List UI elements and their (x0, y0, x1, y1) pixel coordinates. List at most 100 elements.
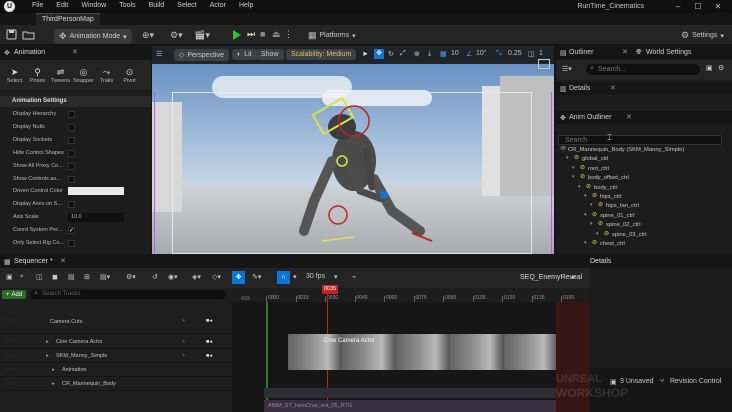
visibility-icon[interactable]: ◌ ◌ ◌ (4, 339, 17, 345)
grid-snap-value[interactable]: 10 (451, 50, 459, 57)
timeline[interactable]: -015 0000 0015 0030 0045 0060 0075 0090 0105 012… (232, 285, 590, 412)
track-row[interactable]: ◌ ◌ ◌ ▸ Cine Camera Actor ■◂ + (0, 336, 232, 349)
menu-item-actor[interactable]: Actor (210, 2, 226, 9)
revision-label[interactable]: Revision Control (670, 378, 721, 385)
hamburger-icon[interactable]: ☰ (156, 50, 162, 58)
expand-arrow-icon[interactable]: ▸ (52, 367, 55, 373)
step-icon[interactable]: ⏭ (247, 29, 255, 40)
menu-item-file[interactable]: File (32, 2, 43, 9)
add-key-icon[interactable]: + (182, 318, 185, 324)
snap-options-icon[interactable]: ▾ (293, 273, 297, 281)
camera-icon[interactable]: ■◂ (206, 339, 212, 345)
mannequin-character[interactable] (262, 91, 452, 251)
scalability-button[interactable]: Scalability: Medium (286, 49, 357, 60)
key-icon[interactable]: ⚙▾ (126, 273, 136, 281)
key-diamond-icon[interactable]: ◇▾ (212, 273, 221, 281)
sequencer-tab[interactable]: ▦ Sequencer * ✕ (0, 256, 590, 268)
camera-icon[interactable]: ◫ (36, 273, 43, 281)
visibility-icon[interactable]: ◌ ◌ ◌ (4, 353, 17, 359)
close-icon[interactable]: ✕ (622, 48, 628, 56)
tool-trails[interactable]: ⤳ Trails (95, 67, 118, 84)
camera-cut-section[interactable]: Cine Camera Actor (288, 334, 556, 370)
tree-item[interactable]: ▾ ⊘ body_ctrl (556, 184, 732, 193)
film-icon[interactable]: ▤ (68, 273, 75, 281)
platforms-dropdown[interactable]: ▦ Platforms ▾ (308, 30, 356, 41)
add-key-icon[interactable]: + (182, 339, 185, 345)
unsaved-label[interactable]: 3 Unsaved (620, 378, 653, 385)
fps-selector[interactable]: 30 fps (306, 273, 325, 280)
add-actor-icon[interactable]: ⊕▾ (142, 30, 154, 41)
expand-arrow-icon[interactable]: ▾ (578, 184, 581, 190)
level-viewport[interactable]: ☰ ◇ Perspective ◐ Lit Show Scalability: … (152, 46, 554, 254)
track-search-input[interactable]: ⌕ Search Tracks (30, 290, 226, 299)
menu-item-tools[interactable]: Tools (119, 2, 135, 9)
filter-icon[interactable]: ☰▾ (562, 65, 572, 73)
mode-dropdown[interactable]: ✥ Animation Mode ▾ (54, 29, 132, 44)
close-icon[interactable]: ✕ (72, 48, 78, 56)
add-folder-icon[interactable]: ▣ (706, 64, 713, 72)
expand-arrow-icon[interactable]: ▾ (590, 221, 593, 227)
auto-key-icon[interactable]: ✥ (232, 271, 245, 284)
save-icon[interactable]: ▣ (6, 273, 13, 281)
snap-icon[interactable]: ∩ (277, 271, 290, 284)
anim-outliner-search-input[interactable]: Search ⌶ (558, 133, 722, 145)
menu-item-build[interactable]: Build (149, 2, 165, 9)
camera-icon[interactable]: ■◂ (206, 353, 212, 359)
camera-speed-icon[interactable]: ◫ (528, 50, 535, 58)
play-icon[interactable] (232, 30, 242, 40)
expand-arrow-icon[interactable]: ▸ (52, 381, 55, 387)
tree-item[interactable]: ▾ ⊘ root_ctrl (556, 165, 732, 174)
visibility-icon[interactable]: ◌ ◌ ◌ (4, 381, 17, 387)
setting-checkbox[interactable]: ✓ (68, 227, 75, 235)
angle-snap-value[interactable]: 10° (476, 50, 487, 57)
setting-checkbox[interactable] (68, 123, 75, 131)
lock-icon[interactable]: ▸ (572, 273, 576, 281)
expand-arrow-icon[interactable]: ▾ (584, 212, 587, 218)
setting-checkbox[interactable] (68, 136, 75, 144)
close-icon[interactable]: ✕ (60, 257, 66, 265)
grid-snap-icon[interactable]: ▦ (440, 50, 447, 58)
expand-arrow-icon[interactable]: ▾ (572, 174, 575, 180)
tree-item[interactable]: ▾ ⊘ body_offset_ctrl (556, 174, 732, 183)
track-row[interactable]: ◌ ◌ ◌ Camera Cuts ■◂ + (0, 310, 232, 334)
content-browser-icon[interactable] (22, 29, 35, 40)
curve-editor-icon[interactable]: ⌁ (352, 273, 356, 281)
setting-checkbox[interactable] (68, 149, 75, 157)
unreal-logo-icon[interactable]: U (4, 1, 15, 12)
rotate-mode-icon[interactable]: ↻ (388, 50, 394, 58)
setting-value-input[interactable]: 10.0 (68, 213, 124, 223)
visibility-icon[interactable]: ◌ ◌ ◌ (4, 318, 17, 324)
translate-mode-icon[interactable]: ✥ (374, 49, 384, 59)
scale-snap-icon[interactable]: ⤡ (496, 50, 502, 58)
world-space-icon[interactable]: ⊕ (414, 50, 420, 58)
show-button[interactable]: Show (256, 49, 284, 60)
track-row[interactable]: ◌ ◌ ◌ ▸ Animation (0, 364, 232, 377)
outliner-settings-icon[interactable]: ⚙ (718, 64, 724, 72)
tree-item[interactable]: ▾ ⊘ spine_03_ctrl (556, 231, 732, 240)
expand-arrow-icon[interactable]: ▾ (566, 155, 569, 161)
tool-pivot[interactable]: ⊙ Pivot (118, 67, 141, 84)
tree-item[interactable]: ▾ ⊘ global_ctrl (556, 155, 732, 164)
outliner-tab[interactable]: Outliner (569, 49, 594, 56)
expand-arrow-icon[interactable]: ▸ (46, 353, 49, 359)
eject-icon[interactable]: ⏏ (272, 29, 281, 40)
time-ruler[interactable]: -015 0000 0015 0030 0045 0060 0075 0090 0105 012… (232, 288, 590, 302)
stop-icon[interactable]: ■ (260, 29, 265, 39)
view-icon[interactable]: ◉▾ (168, 273, 178, 281)
edit-mode-icon[interactable]: ✎▾ (252, 273, 261, 281)
level-tab[interactable]: ThirdPersonMap (36, 13, 100, 25)
add-key-icon[interactable]: + (182, 353, 185, 359)
tool-tweens[interactable]: ⇌ Tweens (49, 67, 72, 84)
tree-item[interactable]: ▾ ⊘ hips_ctrl (556, 193, 732, 202)
lit-button[interactable]: ◐ Lit (232, 49, 257, 60)
tree-item[interactable]: ▾ ⊘ spine_02_ctrl (556, 221, 732, 230)
expand-arrow-icon[interactable]: ▾ (584, 193, 587, 199)
options-icon[interactable]: ▤▾ (100, 273, 110, 281)
settings-dropdown[interactable]: ⚙ Settings ▾ (681, 30, 724, 41)
setting-checkbox[interactable] (68, 240, 75, 247)
perspective-button[interactable]: ◇ Perspective (174, 49, 229, 61)
cinematics-icon[interactable]: 🎬︎▾ (194, 30, 210, 41)
track-row[interactable]: ◌ ◌ ◌ ▸ CR_Mannequin_Body (0, 378, 232, 391)
tool-select[interactable]: ➤ Select (3, 67, 26, 84)
play-options-icon[interactable]: ⋮ (284, 29, 293, 40)
